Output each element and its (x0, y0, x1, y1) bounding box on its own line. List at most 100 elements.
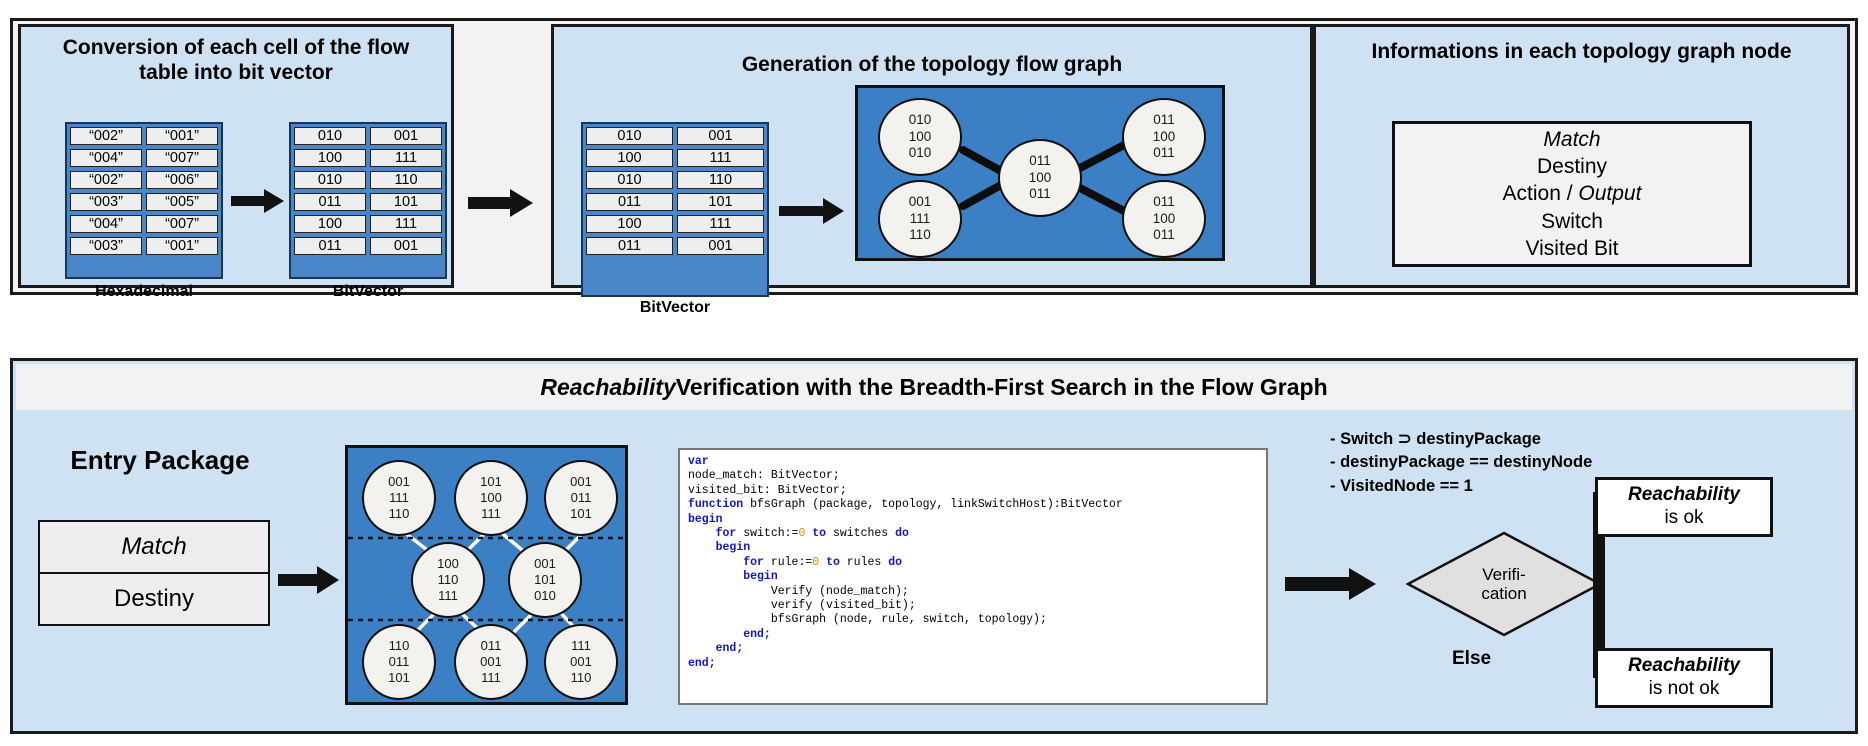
bitvector-cell: 011 (294, 193, 366, 211)
node-line: 111 (438, 587, 458, 603)
bfs-node-1: 001 111 110 (362, 460, 436, 536)
node-line: 001 (908, 194, 932, 210)
bitvector-cell: 101 (677, 193, 764, 211)
bitvector-caption: BitVector (332, 283, 404, 300)
node-line: 110 (388, 505, 410, 521)
topology-node-2: 001 111 110 (878, 180, 962, 258)
code-line: for switch:=0 to switches do (715, 527, 909, 541)
node-info-switch: Switch (1541, 209, 1603, 233)
hex-cell: “003” (70, 193, 142, 211)
node-line: 100 (437, 556, 459, 572)
topology-node-5: 011 100 011 (1122, 180, 1206, 258)
node-line: 011 (1153, 112, 1175, 128)
hex-cell: “004” (70, 149, 142, 167)
node-line: 110 (909, 227, 931, 243)
topology-bitvector-column-1: 010 100 010 011 100 011 (586, 127, 673, 292)
bitvector-cell: 100 (294, 215, 366, 233)
node-line: 101 (570, 505, 592, 521)
code-line: begin (743, 570, 778, 584)
code-line: end; (743, 627, 771, 641)
bfs-node-4: 100 110 111 (411, 542, 485, 618)
bfs-node-5: 001 101 010 (508, 542, 582, 618)
hex-cell: “002” (70, 171, 142, 189)
topology-node-3: 011 100 011 (998, 139, 1082, 217)
bitvector-cell: 001 (677, 127, 764, 145)
bitvector-column-2: 001 111 110 101 111 001 (370, 127, 442, 274)
node-line: 011 (1029, 186, 1051, 202)
condition-item: - destinyPackage == destinyNode (1330, 453, 1593, 472)
code-line: visited_bit: BitVector; (688, 483, 847, 497)
bitvector-cell: 001 (370, 237, 442, 255)
node-line: 111 (481, 669, 501, 685)
hex-cell: “006” (146, 171, 218, 189)
hex-cell: “002” (70, 127, 142, 145)
bitvector-table: 010 100 010 011 100 011 001 111 110 101 … (289, 122, 447, 279)
arrow-entry-to-bfs-graph (278, 565, 340, 595)
node-line: 111 (481, 505, 501, 521)
node-line: 010 (534, 587, 556, 603)
node-line: 001 (534, 556, 556, 572)
result-ok-line1: Reachability (1628, 484, 1740, 506)
bfs-node-6: 110 011 101 (362, 624, 436, 700)
topology-node-4: 011 100 011 (1122, 98, 1206, 176)
node-info-match: Match (1543, 127, 1601, 151)
hex-cell: “007” (146, 149, 218, 167)
node-line: 110 (388, 638, 410, 654)
bitvector-cell: 001 (370, 127, 442, 145)
bfs-pseudocode-box: var node_match: BitVector; visited_bit: … (678, 448, 1268, 705)
bitvector-cell: 010 (586, 171, 673, 189)
code-line: end; (688, 656, 716, 670)
bitvector-column-1: 010 100 010 011 100 011 (294, 127, 366, 274)
node-line: 010 (908, 112, 932, 128)
bitvector-cell: 111 (370, 215, 442, 233)
node-line: 111 (909, 210, 931, 226)
bitvector-cell: 010 (294, 127, 366, 145)
bitvector-cell: 010 (294, 171, 366, 189)
panel-conversion: Conversion of each cell of the flow tabl… (18, 24, 454, 300)
bitvector-cell: 100 (586, 149, 673, 167)
bfs-node-3: 001 011 101 (544, 460, 618, 536)
bitvector-cell: 110 (677, 171, 764, 189)
arrow-hex-to-bitvector (231, 187, 285, 215)
action-prefix: Action / (1502, 182, 1579, 206)
code-line: begin (715, 541, 751, 555)
node-line: 011 (570, 490, 592, 506)
hexadecimal-caption: Hexadecimal (95, 283, 193, 300)
arrow-code-to-verification (1285, 568, 1377, 600)
result-reachability-not-ok: Reachability is not ok (1595, 648, 1773, 708)
node-info-action-output: Action / Output (1503, 180, 1642, 207)
verification-decision: Verifi- cation (1405, 531, 1603, 637)
node-line: 011 (388, 654, 410, 670)
node-info-box: Match Destiny Action / Output Switch Vis… (1392, 121, 1752, 267)
panel-topology-title: Generation of the topology flow graph (741, 53, 1123, 76)
node-line: 110 (437, 572, 459, 588)
node-line: 011 (1153, 145, 1175, 161)
hex-cell: “007” (146, 215, 218, 233)
condition-item: - Switch ⊃ destinyPackage (1330, 430, 1541, 448)
node-line: 011 (1153, 227, 1175, 243)
node-line: 011 (1153, 194, 1175, 210)
code-line: Verify (node_match); (688, 584, 909, 598)
entry-package-table: Match Destiny (38, 520, 270, 626)
code-line: begin (688, 512, 723, 526)
bitvector-cell: 011 (294, 237, 366, 255)
node-info-destiny: Destiny (1536, 155, 1608, 179)
arrow-bitvector-to-graph (779, 197, 845, 225)
topology-bitvector-table: 010 100 010 011 100 011 001 111 110 101 … (581, 122, 769, 297)
bfs-node-8: 111 001 110 (544, 624, 618, 700)
result-not-ok-line2: is not ok (1648, 678, 1720, 699)
node-line: 101 (534, 572, 556, 588)
band-title-rest: Verification with the Breadth-First Sear… (675, 373, 1328, 400)
topology-graph-canvas: 010 100 010 001 111 110 011 100 011 011 … (855, 85, 1225, 261)
entry-row-match: Match (40, 522, 268, 574)
node-info-visited-bit: Visited Bit (1525, 236, 1619, 260)
node-line: 111 (389, 490, 409, 506)
else-branch-label: Else (1452, 648, 1492, 669)
node-line: 001 (480, 654, 502, 670)
bitvector-cell: 101 (370, 193, 442, 211)
bfs-node-7: 011 001 111 (454, 624, 528, 700)
result-reachability-ok: Reachability is ok (1595, 477, 1773, 537)
code-line: var (688, 455, 709, 468)
bitvector-cell: 111 (370, 149, 442, 167)
node-line: 101 (480, 474, 502, 490)
